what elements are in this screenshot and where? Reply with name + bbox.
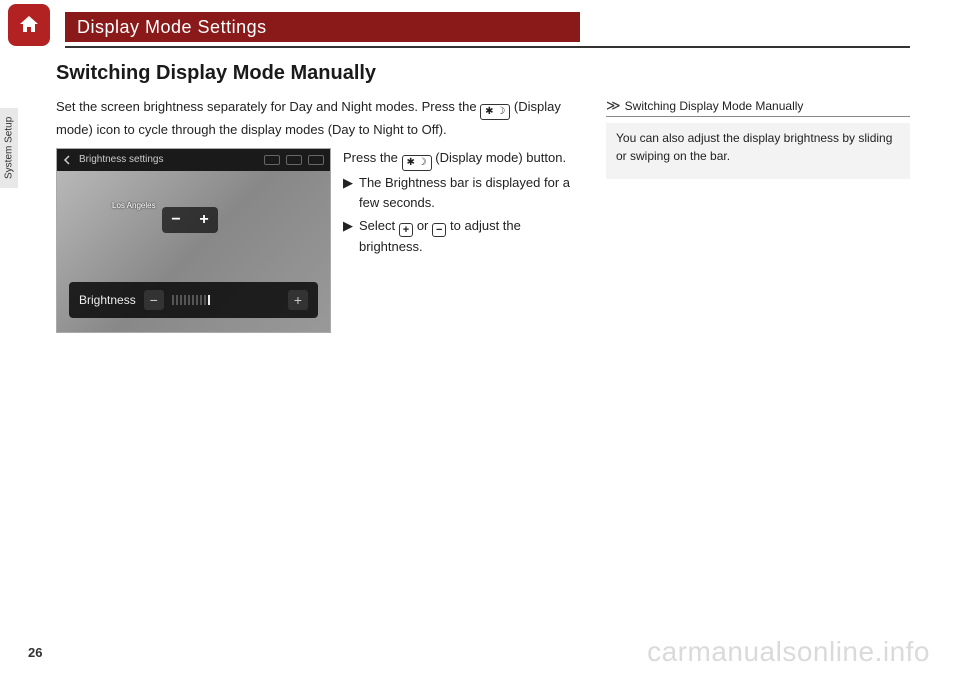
figure-brightness-label: Brightness [79, 293, 136, 307]
watermark: carmanualsonline.info [647, 636, 930, 668]
figure-plus-button: + [288, 290, 308, 310]
figure-mode-indicator [286, 155, 302, 165]
zoom-minus-icon: − [171, 211, 180, 229]
figure-header-title: Brightness settings [79, 154, 164, 165]
left-column: Set the screen brightness separately for… [56, 97, 586, 333]
figure-mode-indicator [308, 155, 324, 165]
figure-row: Brightness settings Los Angeles − + [56, 148, 586, 333]
bullet-2-text: Select + or − to adjust the brightness. [359, 216, 586, 258]
bullet-1: ▶ The Brightness bar is displayed for a … [343, 173, 586, 215]
step-press-2: (Display mode) button. [435, 150, 566, 165]
instructions: Press the ✱ ☽ (Display mode) button. ▶ T… [343, 148, 586, 333]
intro-text: Set the screen brightness separately for… [56, 97, 586, 140]
page-subtitle: Switching Display Mode Manually [56, 62, 910, 85]
figure-map-label: Los Angeles [112, 201, 156, 210]
figure-minus-button: − [144, 290, 164, 310]
display-mode-icon: ✱ ☽ [480, 104, 510, 120]
section-header-band: Display Mode Settings [65, 12, 580, 42]
display-mode-icon: ✱ ☽ [402, 155, 432, 171]
page-number: 26 [28, 645, 42, 660]
sidebar-header: ≫ Switching Display Mode Manually [606, 97, 910, 117]
bullet-2: ▶ Select + or − to adjust the brightness… [343, 216, 586, 258]
side-tab-system-setup: System Setup [0, 108, 18, 188]
screenshot-figure: Brightness settings Los Angeles − + [56, 148, 331, 333]
figure-brightness-bar: Brightness − + [69, 282, 318, 318]
plus-icon: + [399, 223, 413, 237]
step-press-1: Press the [343, 150, 402, 165]
bullet-1-text: The Brightness bar is displayed for a fe… [359, 173, 586, 215]
figure-back-icon [63, 155, 73, 165]
main-columns: Set the screen brightness separately for… [56, 97, 910, 333]
figure-mode-indicator [264, 155, 280, 165]
triangle-bullet-icon: ▶ [343, 173, 353, 215]
step-press: Press the ✱ ☽ (Display mode) button. [343, 148, 586, 171]
figure-slider [172, 294, 280, 306]
intro-part1: Set the screen brightness separately for… [56, 99, 480, 114]
figure-zoom-control: − + [162, 207, 218, 233]
content-area: Switching Display Mode Manually Set the … [56, 62, 910, 638]
bullet2-a: Select [359, 218, 399, 233]
bullet2-b: or [417, 218, 432, 233]
sidebar-header-text: Switching Display Mode Manually [625, 99, 804, 113]
header-divider [65, 46, 910, 48]
figure-map: Los Angeles − + Brightness − [57, 171, 330, 332]
minus-icon: − [432, 223, 446, 237]
home-icon[interactable] [8, 4, 50, 46]
zoom-plus-icon: + [199, 211, 208, 229]
sidebar-arrow-icon: ≫ [606, 97, 621, 114]
figure-header: Brightness settings [57, 149, 330, 171]
sidebar-body: You can also adjust the display brightne… [606, 123, 910, 179]
right-column: ≫ Switching Display Mode Manually You ca… [606, 97, 910, 333]
triangle-bullet-icon: ▶ [343, 216, 353, 258]
sidebar-box: ≫ Switching Display Mode Manually You ca… [606, 97, 910, 179]
section-title: Display Mode Settings [77, 17, 267, 38]
